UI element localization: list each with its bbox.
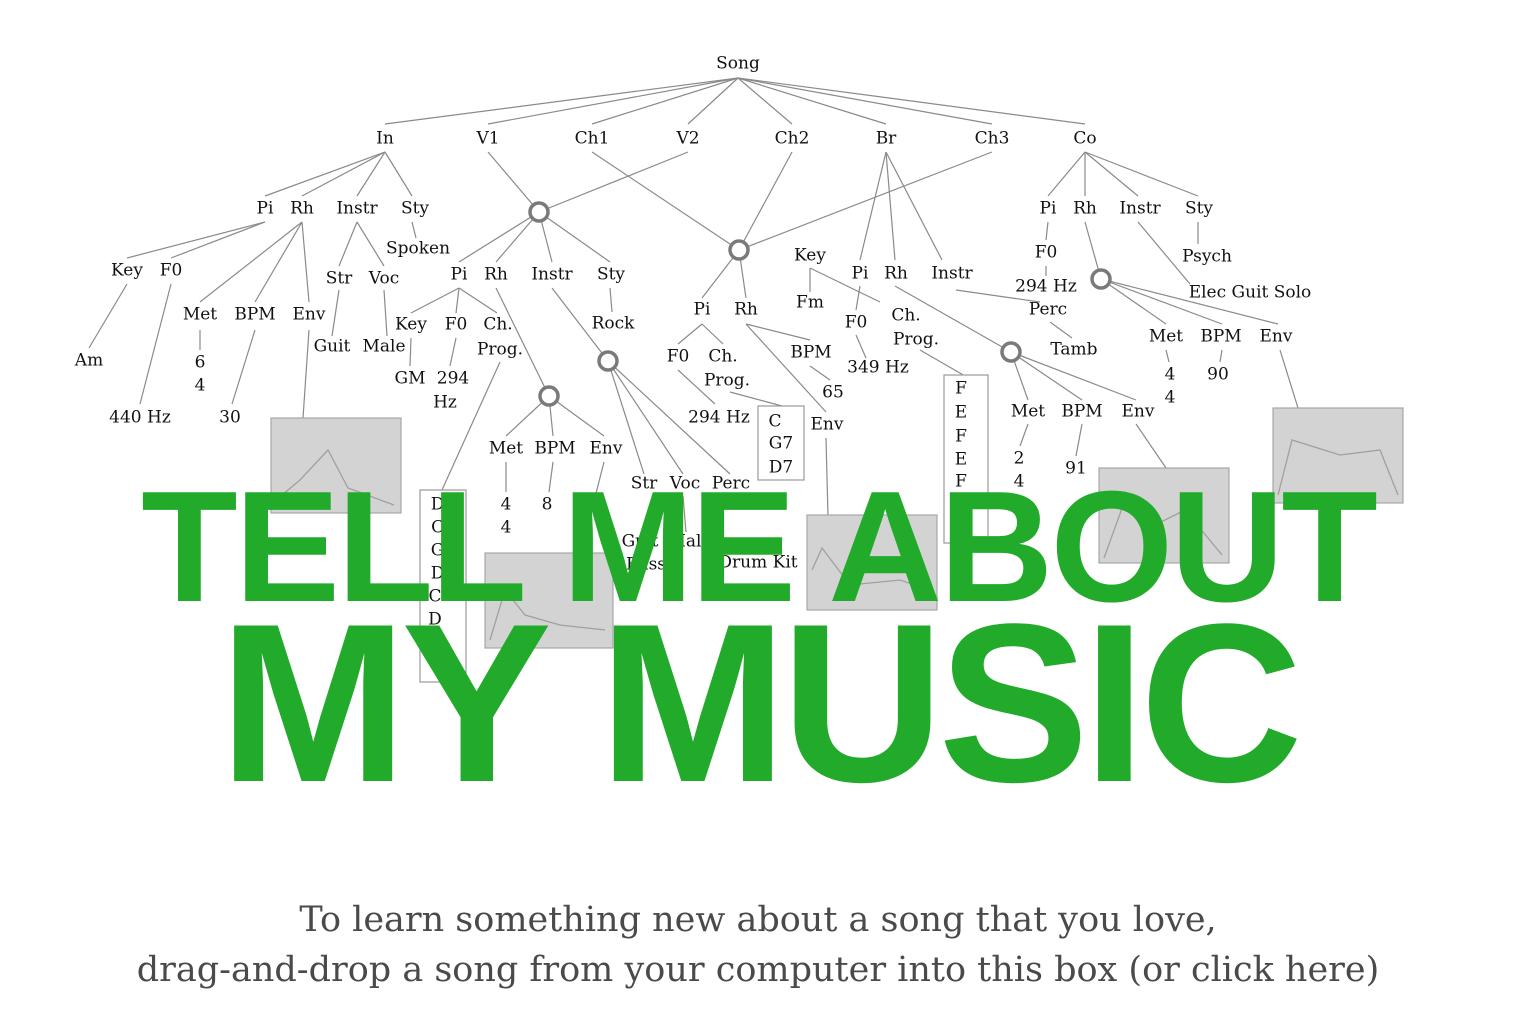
drop-instruction-line-1: To learn something new about a song that… bbox=[299, 900, 1217, 940]
chorus-f0-value: 294 Hz bbox=[688, 408, 750, 428]
verse-f0-value-line1: 294 bbox=[437, 369, 469, 389]
intro-style-value: Spoken bbox=[386, 239, 450, 259]
intro-meter-node: Met bbox=[183, 305, 217, 325]
intro-str-value: Guit bbox=[314, 337, 351, 357]
intro-f0-value: 440 Hz bbox=[109, 408, 171, 428]
intro-rhythm-node: Rh bbox=[290, 199, 314, 219]
chorus-chord-1: C bbox=[768, 412, 781, 432]
verse-instr-junction-node bbox=[597, 350, 619, 372]
coda-rhythm-node: Rh bbox=[1073, 199, 1097, 219]
intro-bpm-value: 30 bbox=[219, 408, 241, 428]
verse-meter-node: Met bbox=[489, 439, 523, 459]
bridge-env-node: Env bbox=[1122, 402, 1155, 422]
verse-progression-node-line1: Ch. bbox=[483, 315, 512, 335]
coda-f0-node: F0 bbox=[1035, 243, 1058, 263]
chorus-pitch-node: Pi bbox=[694, 300, 711, 320]
chorus-rhythm-node: Rh bbox=[734, 300, 758, 320]
verse-progression-node-line2: Prog. bbox=[477, 340, 523, 360]
coda-bpm-value: 90 bbox=[1207, 365, 1229, 385]
section-coda: Co bbox=[1073, 129, 1096, 149]
coda-style-value-1: Psych bbox=[1182, 247, 1232, 267]
coda-perc-node: Perc bbox=[1029, 300, 1067, 320]
intro-key-node: Key bbox=[111, 261, 143, 281]
section-bridge: Br bbox=[876, 129, 897, 149]
verse-style-value: Rock bbox=[592, 314, 636, 334]
verse-env-node: Env bbox=[590, 439, 623, 459]
coda-meter-node: Met bbox=[1149, 327, 1183, 347]
verse-key-node: Key bbox=[395, 315, 427, 335]
section-chorus-1: Ch1 bbox=[575, 129, 610, 149]
verse-f0-node: F0 bbox=[445, 315, 468, 335]
song-drop-zone[interactable]: To learn something new about a song that… bbox=[0, 895, 1516, 995]
chorus-bpm-node: BPM bbox=[790, 343, 831, 363]
section-verse-1: V1 bbox=[475, 129, 499, 149]
intro-bpm-node: BPM bbox=[234, 305, 275, 325]
verse-pitch-node: Pi bbox=[451, 265, 468, 285]
bridge-bpm-node: BPM bbox=[1061, 402, 1102, 422]
bridge-instr-node: Instr bbox=[931, 264, 973, 284]
intro-f0-node: F0 bbox=[160, 261, 183, 281]
section-chorus-2: Ch2 bbox=[775, 129, 810, 149]
verse-rhythm-junction-node bbox=[538, 385, 560, 407]
chorus-progression-node-line1: Ch. bbox=[708, 347, 737, 367]
section-verse-2: V2 bbox=[675, 129, 699, 149]
section-intro: In bbox=[376, 129, 394, 149]
intro-style-node: Sty bbox=[401, 199, 429, 219]
intro-meter-bottom: 4 bbox=[195, 376, 206, 396]
bridge-progression-node-line2: Prog. bbox=[893, 330, 939, 350]
coda-perc-value: Tamb bbox=[1050, 340, 1097, 360]
root-label: Song bbox=[716, 54, 760, 74]
intro-voc-node: Voc bbox=[368, 269, 399, 289]
intro-key-value: Am bbox=[74, 351, 103, 371]
intro-meter-top: 6 bbox=[195, 353, 206, 373]
intro-str-node: Str bbox=[326, 269, 353, 289]
bridge-f0-value: 349 Hz bbox=[847, 358, 909, 378]
verse-f0-value-line2: Hz bbox=[433, 393, 457, 413]
coda-meter-top: 4 bbox=[1165, 365, 1176, 385]
chorus-bpm-value: 65 bbox=[822, 383, 844, 403]
chorus-chord-2: G7 bbox=[769, 434, 793, 454]
chorus-env-node: Env bbox=[811, 415, 844, 435]
coda-instr-node: Instr bbox=[1119, 199, 1161, 219]
coda-rhythm-junction-node bbox=[1090, 268, 1112, 290]
bridge-pitch-node: Pi bbox=[852, 264, 869, 284]
verse-rhythm-node: Rh bbox=[484, 265, 508, 285]
section-chorus-3: Ch3 bbox=[975, 129, 1010, 149]
headline-line-2: MY MUSIC bbox=[219, 576, 1303, 829]
bridge-rhythm-node: Rh bbox=[884, 264, 908, 284]
coda-bpm-node: BPM bbox=[1200, 327, 1241, 347]
coda-env-node: Env bbox=[1260, 327, 1293, 347]
coda-meter-bottom: 4 bbox=[1165, 388, 1176, 408]
bridge-f0-node: F0 bbox=[845, 313, 868, 333]
verse-instr-node: Instr bbox=[531, 265, 573, 285]
coda-f0-value: 294 Hz bbox=[1015, 277, 1077, 297]
verse-key-value: GM bbox=[395, 369, 426, 389]
coda-style-node: Sty bbox=[1185, 199, 1213, 219]
bridge-chord-2: E bbox=[955, 403, 967, 423]
intro-pitch-node: Pi bbox=[257, 199, 274, 219]
bridge-rhythm-junction-node bbox=[1000, 341, 1022, 363]
bridge-key-value: Fm bbox=[796, 293, 824, 313]
bridge-key-node: Key bbox=[794, 246, 826, 266]
drop-instruction-line-2: drag-and-drop a song from your computer … bbox=[136, 950, 1380, 990]
bridge-chord-1: F bbox=[955, 379, 967, 399]
bridge-chord-3: F bbox=[955, 427, 967, 447]
chorus-junction-node bbox=[728, 239, 750, 261]
bridge-progression-node-line1: Ch. bbox=[891, 306, 920, 326]
intro-instr-node: Instr bbox=[336, 199, 378, 219]
verse-style-node: Sty bbox=[597, 265, 625, 285]
chorus-f0-node: F0 bbox=[667, 347, 690, 367]
intro-voc-value: Male bbox=[362, 337, 405, 357]
chorus-progression-node-line2: Prog. bbox=[704, 371, 750, 391]
coda-pitch-node: Pi bbox=[1040, 199, 1057, 219]
verse-bpm-node: BPM bbox=[534, 439, 575, 459]
coda-style-value-2: Elec Guit Solo bbox=[1189, 283, 1312, 303]
intro-env-node: Env bbox=[293, 305, 326, 325]
verse-junction-node bbox=[528, 201, 550, 223]
bridge-meter-node: Met bbox=[1011, 402, 1045, 422]
